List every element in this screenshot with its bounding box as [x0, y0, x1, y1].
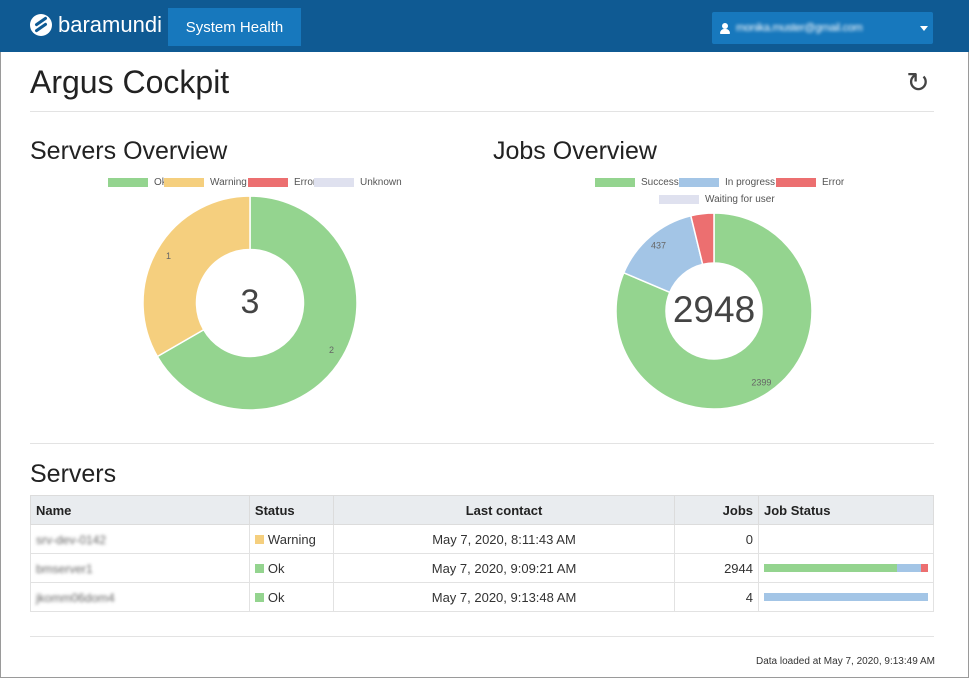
job-status [758, 553, 934, 583]
servers-table: Name Status Last contact Jobs Job Status… [30, 495, 934, 612]
jobs-count: 2944 [674, 553, 759, 583]
legend-label: Error [822, 177, 845, 188]
servers-table-body: srv-dev-0142 Warning May 7, 2020, 8:11:4… [30, 524, 934, 612]
jobs-total: 2948 [672, 289, 756, 330]
job-status-bar [764, 593, 928, 601]
legend-item-error[interactable]: Error [776, 177, 844, 188]
job-status [758, 582, 934, 612]
refresh-icon[interactable]: ↻ [903, 68, 933, 98]
legend-item-ok[interactable]: Ok [108, 177, 167, 188]
table-header-row: Name Status Last contact Jobs Job Status [30, 495, 934, 525]
slice-value-label: 2399 [751, 377, 771, 387]
tab-system-health[interactable]: System Health [168, 8, 301, 46]
job-status [758, 524, 934, 554]
table-row[interactable]: bmserver1 Ok May 7, 2020, 9:09:21 AM 294… [30, 553, 934, 583]
server-status: Warning [248, 524, 334, 554]
job-status-segment [896, 564, 922, 572]
legend-swatch [248, 178, 288, 187]
legend-label: Waiting for user [705, 194, 775, 205]
server-status: Ok [248, 582, 334, 612]
donut-slice-warning[interactable] [143, 196, 251, 358]
legend-item-success[interactable]: Success [595, 177, 679, 188]
col-name[interactable]: Name [30, 495, 250, 525]
status-square-icon [254, 592, 264, 602]
legend-item-waiting[interactable]: Waiting for user [659, 194, 775, 205]
server-status: Ok [248, 553, 334, 583]
legend-label: Warning [210, 177, 247, 188]
servers-legend: Ok Warning Error Unknown [108, 177, 408, 189]
legend-swatch [595, 178, 635, 187]
servers-overview-title: Servers Overview [30, 137, 228, 165]
job-status-bar [764, 535, 928, 543]
jobs-overview-title: Jobs Overview [493, 137, 657, 165]
col-last-contact[interactable]: Last contact [332, 495, 676, 525]
legend-item-error[interactable]: Error [248, 177, 316, 188]
server-name-text: srv-dev-0142 [36, 532, 107, 547]
job-status-segment [764, 564, 897, 572]
servers-total: 3 [240, 283, 260, 321]
legend-item-in-progress[interactable]: In progress [679, 177, 775, 188]
last-contact: May 7, 2020, 8:11:43 AM [332, 524, 676, 554]
slice-value-label: 1 [166, 251, 171, 261]
legend-swatch [776, 178, 816, 187]
job-status-bar [764, 564, 928, 572]
jobs-count: 4 [674, 582, 759, 612]
status-text: Ok [267, 589, 285, 605]
status-square-icon [254, 534, 264, 544]
server-name: jkomm06dom4 [30, 582, 250, 612]
table-row[interactable]: srv-dev-0142 Warning May 7, 2020, 8:11:4… [30, 524, 934, 554]
jobs-legend: Success In progress Error Waiting for us… [595, 177, 855, 205]
brand-logo-link[interactable]: baramundi [30, 12, 162, 38]
slice-value-label: 2 [329, 345, 334, 355]
caret-down-icon [920, 25, 928, 31]
last-contact: May 7, 2020, 9:09:21 AM [332, 553, 676, 583]
legend-label: Error [294, 177, 317, 188]
server-name: srv-dev-0142 [30, 524, 250, 554]
user-email: monika.muster@gmail.com [736, 22, 863, 34]
page-title: Argus Cockpit [30, 64, 230, 100]
server-name-text: bmserver1 [36, 561, 93, 576]
server-name-text: jkomm06dom4 [36, 590, 115, 605]
servers-title: Servers [30, 460, 117, 488]
server-name: bmserver1 [30, 553, 250, 583]
last-contact: May 7, 2020, 9:13:48 AM [332, 582, 676, 612]
status-square-icon [254, 563, 264, 573]
data-loaded-timestamp: Data loaded at May 7, 2020, 9:13:49 AM [755, 656, 935, 667]
divider [30, 636, 934, 637]
legend-item-unknown[interactable]: Unknown [314, 177, 402, 188]
divider [30, 111, 934, 112]
job-status-segment [764, 593, 928, 601]
legend-item-warning[interactable]: Warning [164, 177, 247, 188]
jobs-count: 0 [674, 524, 759, 554]
job-status-segment [921, 564, 928, 572]
slice-value-label: 437 [651, 241, 666, 251]
user-icon [720, 22, 730, 34]
user-menu-button[interactable]: monika.muster@gmail.com [712, 12, 933, 44]
col-status[interactable]: Status [248, 495, 334, 525]
status-text: Ok [267, 560, 285, 576]
col-job-status[interactable]: Job Status [758, 495, 934, 525]
legend-label: In progress [725, 177, 776, 188]
baramundi-logo-icon [30, 14, 52, 36]
navbar: baramundi System Health monika.muster@gm… [0, 0, 969, 52]
legend-swatch [659, 195, 699, 204]
status-text: Warning [267, 531, 316, 547]
divider [30, 443, 934, 444]
col-jobs[interactable]: Jobs [674, 495, 759, 525]
brand-name: baramundi [58, 12, 162, 37]
table-row[interactable]: jkomm06dom4 Ok May 7, 2020, 9:13:48 AM 4 [30, 582, 934, 612]
legend-swatch [679, 178, 719, 187]
legend-label: Success [641, 177, 679, 188]
legend-swatch [164, 178, 204, 187]
legend-swatch [314, 178, 354, 187]
legend-label: Unknown [360, 177, 402, 188]
legend-swatch [108, 178, 148, 187]
